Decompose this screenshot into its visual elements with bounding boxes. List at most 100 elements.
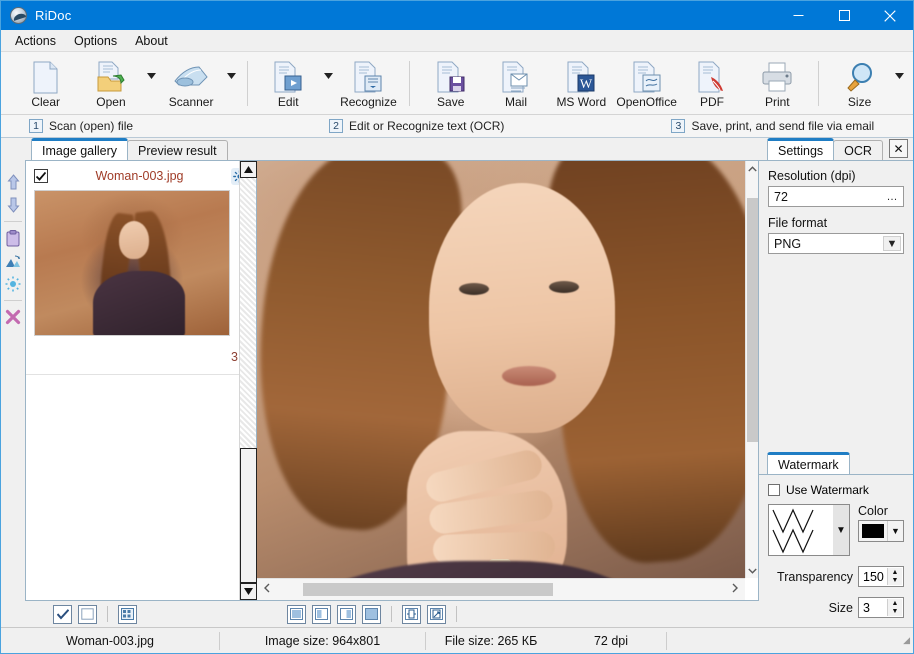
scanner-dropdown-arrow-icon[interactable] — [224, 55, 239, 114]
preview-photo[interactable] — [257, 161, 745, 578]
select-all-button[interactable] — [53, 605, 72, 624]
toolbar-openoffice-button[interactable]: OpenOffice — [614, 55, 679, 114]
transparency-value: 150 — [863, 570, 884, 584]
file-format-label: File format — [768, 216, 904, 230]
fill-page-button[interactable] — [362, 605, 381, 624]
gallery-scrollbar[interactable] — [239, 161, 256, 600]
toolbar-clear-button[interactable]: Clear — [13, 55, 78, 114]
toolbar-scanner-button[interactable]: Scanner — [158, 55, 223, 114]
chevron-down-icon[interactable] — [748, 563, 757, 578]
gallery-page-number: 3 — [34, 336, 248, 370]
gallery-scroll-down-button[interactable] — [240, 583, 257, 600]
toolbar-save-button[interactable]: Save — [418, 55, 483, 114]
maximize-button[interactable] — [821, 1, 867, 30]
bottom-separator-2 — [391, 606, 392, 622]
gallery-scroll-up-button[interactable] — [240, 161, 257, 178]
resolution-browse-button[interactable]: … — [883, 189, 901, 204]
watermark-color-button[interactable]: ▼ — [858, 520, 904, 542]
tab-preview-result[interactable]: Preview result — [127, 140, 228, 160]
fit-width-button[interactable] — [402, 605, 421, 624]
close-panel-button[interactable]: ✕ — [889, 139, 908, 158]
fit-height-button[interactable] — [427, 605, 446, 624]
size-spinner-arrows[interactable]: ▲ ▼ — [887, 599, 902, 616]
gallery-thumbnail[interactable] — [34, 190, 230, 336]
color-swatch — [862, 524, 884, 538]
menu-bar: Actions Options About — [1, 30, 913, 52]
deselect-all-button[interactable] — [78, 605, 97, 624]
strip-separator-2 — [4, 300, 22, 301]
gallery-scroll-thumb[interactable] — [240, 448, 257, 583]
transparency-spinner-arrows[interactable]: ▲ ▼ — [887, 568, 902, 585]
fit-right-half-button[interactable] — [337, 605, 356, 624]
delete-button[interactable] — [3, 307, 23, 327]
toolbar-open-button[interactable]: Open — [78, 55, 143, 114]
tab-settings[interactable]: Settings — [767, 138, 834, 160]
file-format-select[interactable]: PNG ▼ — [768, 233, 904, 254]
title-bar-left: RiDoc — [1, 7, 71, 24]
brightness-button[interactable] — [3, 274, 23, 294]
menu-about[interactable]: About — [127, 31, 176, 51]
chevron-down-icon[interactable]: ▼ — [883, 236, 901, 251]
main-body: Image gallery Preview result Woman-003.j… — [1, 138, 913, 627]
watermark-pattern-preview[interactable]: ▼ — [768, 504, 850, 556]
preview-hscroll-thumb[interactable] — [303, 583, 553, 596]
use-watermark-row[interactable]: Use Watermark — [768, 483, 904, 497]
spinner-down-icon[interactable]: ▼ — [888, 577, 902, 586]
toolbar-edit-button[interactable]: Edit — [256, 55, 321, 114]
spinner-down-icon[interactable]: ▼ — [888, 608, 902, 617]
preview-horizontal-scrollbar[interactable] — [257, 578, 745, 600]
menu-actions[interactable]: Actions — [7, 31, 64, 51]
preview-hscroll-track[interactable] — [275, 583, 727, 596]
tab-image-gallery[interactable]: Image gallery — [31, 138, 128, 160]
resolution-input[interactable]: 72 … — [768, 186, 904, 207]
toolbar-size-button[interactable]: Size — [827, 55, 892, 114]
minimize-button[interactable] — [775, 1, 821, 30]
clipboard-button[interactable] — [3, 228, 23, 248]
thumbnail-grid-button[interactable] — [118, 605, 137, 624]
word-doc-icon: W — [566, 60, 596, 94]
toolbar-pdf-button[interactable]: PDF — [679, 55, 744, 114]
open-dropdown-arrow-icon[interactable] — [144, 55, 159, 114]
watermark-color-group: Color ▼ — [858, 504, 904, 556]
resize-grip-icon[interactable]: ◢ — [903, 635, 910, 646]
fit-page-button[interactable] — [287, 605, 306, 624]
preview-vertical-scrollbar[interactable] — [745, 161, 758, 578]
move-up-button[interactable] — [3, 172, 23, 192]
chevron-down-icon[interactable]: ▼ — [887, 521, 903, 541]
gallery-item-checkbox[interactable] — [34, 169, 48, 183]
tab-ocr[interactable]: OCR — [833, 140, 883, 160]
toolbar-msword-button[interactable]: W MS Word — [549, 55, 614, 114]
move-down-button[interactable] — [3, 195, 23, 215]
preview-vscroll-thumb[interactable] — [747, 198, 758, 442]
preview-vscroll-track[interactable] — [747, 176, 758, 563]
toolbar-recognize-button[interactable]: Recognize — [336, 55, 401, 114]
fit-left-half-button[interactable] — [312, 605, 331, 624]
step-2-label: Edit or Recognize text (OCR) — [349, 119, 504, 133]
printer-icon — [760, 60, 794, 94]
size-dropdown-arrow-icon[interactable] — [892, 55, 907, 114]
chevron-right-icon[interactable] — [731, 583, 739, 596]
gallery-item[interactable]: Woman-003.jpg 3 — [26, 161, 256, 375]
menu-options[interactable]: Options — [66, 31, 125, 51]
spinner-up-icon[interactable]: ▲ — [888, 599, 902, 608]
toolbar-label: Save — [437, 95, 464, 109]
tab-watermark[interactable]: Watermark — [767, 452, 850, 474]
toolbar-print-button[interactable]: Print — [745, 55, 810, 114]
status-divider — [666, 632, 667, 650]
toolbar-separator-2 — [409, 61, 410, 106]
spinner-up-icon[interactable]: ▲ — [888, 568, 902, 577]
transparency-row: Transparency 150 ▲ ▼ — [768, 566, 904, 587]
chevron-left-icon[interactable] — [263, 583, 271, 596]
toolbar-mail-button[interactable]: Mail — [483, 55, 548, 114]
rotate-flip-button[interactable] — [3, 251, 23, 271]
gallery-scroll-track[interactable] — [240, 178, 257, 583]
transparency-stepper[interactable]: 150 ▲ ▼ — [858, 566, 904, 587]
watermark-pattern-caret[interactable]: ▼ — [833, 505, 849, 555]
size-stepper[interactable]: 3 ▲ ▼ — [858, 597, 904, 618]
edit-dropdown-arrow-icon[interactable] — [321, 55, 336, 114]
file-format-value: PNG — [774, 237, 801, 251]
chevron-up-icon[interactable] — [748, 161, 757, 176]
use-watermark-checkbox[interactable] — [768, 484, 780, 496]
size-row: Size 3 ▲ ▼ — [768, 597, 904, 618]
close-button[interactable] — [867, 1, 913, 30]
